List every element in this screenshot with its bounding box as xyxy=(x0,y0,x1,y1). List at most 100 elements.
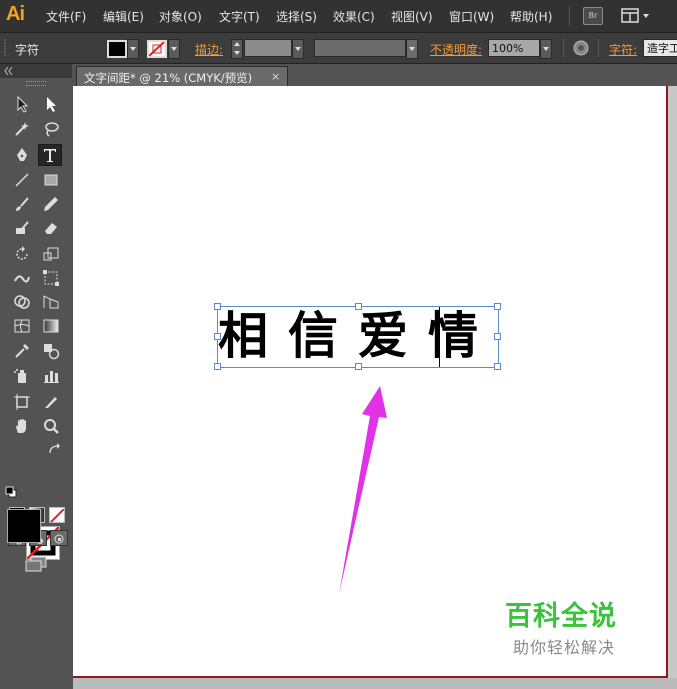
draw-inside-button[interactable] xyxy=(50,530,68,546)
menu-window[interactable]: 窗口(W) xyxy=(449,8,494,25)
shape-builder-icon xyxy=(14,295,30,309)
magic-wand-tool[interactable] xyxy=(11,119,33,139)
lasso-tool[interactable] xyxy=(40,119,62,139)
hand-tool[interactable] xyxy=(11,416,33,436)
artboard-tool[interactable] xyxy=(11,392,33,412)
menu-file[interactable]: 文件(F) xyxy=(46,8,86,25)
workspace-switcher-button[interactable] xyxy=(620,7,654,25)
lasso-icon xyxy=(45,122,59,137)
slice-tool[interactable] xyxy=(40,392,62,412)
fill-dropdown[interactable] xyxy=(127,39,139,59)
recolor-artwork-icon[interactable] xyxy=(573,40,589,56)
opacity-dropdown[interactable] xyxy=(540,39,552,59)
swap-fill-stroke-icon[interactable] xyxy=(48,443,62,455)
menu-type[interactable]: 文字(T) xyxy=(219,8,260,25)
stroke-weight-field[interactable] xyxy=(244,39,292,57)
none-mode-button[interactable] xyxy=(49,507,65,523)
rectangle-tool[interactable] xyxy=(40,170,62,190)
fill-swatch[interactable] xyxy=(7,509,41,543)
shape-builder-tool[interactable] xyxy=(11,292,33,312)
stroke-dropdown[interactable] xyxy=(168,39,180,59)
profile-dropdown[interactable] xyxy=(406,39,418,59)
direct-selection-tool[interactable] xyxy=(40,94,62,114)
paintbrush-tool[interactable] xyxy=(11,194,33,214)
free-transform-icon xyxy=(43,270,59,286)
magnifier-icon xyxy=(44,419,59,434)
direct-arrow-icon xyxy=(47,97,56,112)
rotate-tool[interactable] xyxy=(11,244,33,264)
eraser-icon xyxy=(45,223,57,234)
menu-effect[interactable]: 效果(C) xyxy=(333,8,375,25)
stroke-color-swatch[interactable] xyxy=(147,40,167,58)
character-label[interactable]: 字符: xyxy=(609,41,637,58)
watermark-subtitle: 助你轻松解决 xyxy=(513,638,616,657)
document-tab[interactable]: 文字间距* @ 21% (CMYK/预览) × xyxy=(76,66,288,87)
scale-tool[interactable] xyxy=(40,244,62,264)
perspective-grid-icon xyxy=(43,295,59,309)
variable-width-profile[interactable] xyxy=(314,39,406,57)
gradient-icon xyxy=(43,319,59,333)
default-colors-icon[interactable] xyxy=(5,486,17,498)
type-tool[interactable] xyxy=(38,144,62,166)
font-family-field[interactable]: 造字工 xyxy=(643,39,677,57)
menu-view[interactable]: 视图(V) xyxy=(391,8,433,25)
blend-tool[interactable] xyxy=(40,341,62,361)
screen-mode-icon xyxy=(25,556,47,572)
blob-brush-tool[interactable] xyxy=(11,218,33,238)
free-transform-tool[interactable] xyxy=(40,268,62,288)
line-icon xyxy=(15,173,29,187)
type-t-icon xyxy=(44,149,56,162)
panel-label: 字符 xyxy=(15,43,40,57)
screen-mode-button[interactable] xyxy=(24,556,48,572)
bar-graph-icon xyxy=(44,371,59,383)
canvas[interactable]: 相信爱情 百科全说 助你轻松解决 xyxy=(73,86,677,689)
eyedropper-tool[interactable] xyxy=(11,341,33,361)
toolbox-header[interactable] xyxy=(0,64,72,86)
opacity-field[interactable]: 100% xyxy=(488,39,540,57)
pencil-icon xyxy=(44,197,58,211)
spray-can-icon xyxy=(14,369,26,383)
blob-brush-icon xyxy=(16,221,29,234)
pencil-tool[interactable] xyxy=(40,194,62,214)
grip-icon xyxy=(4,39,6,57)
menu-help[interactable]: 帮助(H) xyxy=(510,8,552,25)
knife-icon xyxy=(45,397,57,408)
paintbrush-icon xyxy=(16,197,29,211)
menu-select[interactable]: 选择(S) xyxy=(276,8,317,25)
scale-icon xyxy=(43,247,59,261)
warp-tool[interactable] xyxy=(11,268,33,288)
selection-tool[interactable] xyxy=(11,94,33,114)
mesh-tool[interactable] xyxy=(11,316,33,336)
pen-nib-icon xyxy=(17,148,27,161)
document-tab-title: 文字间距* @ 21% (CMYK/预览) xyxy=(84,71,253,85)
no-color-icon xyxy=(149,42,165,56)
warp-icon xyxy=(14,275,30,283)
menu-separator xyxy=(569,6,570,26)
bridge-button[interactable]: Br xyxy=(583,7,603,25)
zoom-tool[interactable] xyxy=(40,416,62,436)
menu-edit[interactable]: 编辑(E) xyxy=(103,8,144,25)
hand-icon xyxy=(16,419,26,433)
rotate-icon xyxy=(16,246,28,260)
collapse-icon[interactable] xyxy=(4,67,14,75)
opacity-label[interactable]: 不透明度: xyxy=(430,41,482,58)
pen-tool[interactable] xyxy=(11,145,33,165)
stroke-label[interactable]: 描边: xyxy=(195,41,223,58)
mesh-icon xyxy=(14,319,30,333)
menu-bar: Ai 文件(F) 编辑(E) 对象(O) 文字(T) 选择(S) 效果(C) 视… xyxy=(0,0,677,33)
close-icon[interactable]: × xyxy=(271,70,280,83)
fill-color-swatch[interactable] xyxy=(107,40,127,58)
menu-object[interactable]: 对象(O) xyxy=(159,8,202,25)
control-bar: 字符 描边: 不透明度: 100% 字符: 造字工 xyxy=(0,33,677,64)
stroke-weight-dropdown[interactable] xyxy=(292,39,304,59)
eyedropper-icon xyxy=(15,344,29,358)
line-segment-tool[interactable] xyxy=(11,170,33,190)
gradient-tool[interactable] xyxy=(40,316,62,336)
magic-wand-icon xyxy=(15,122,29,136)
column-graph-tool[interactable] xyxy=(40,366,62,386)
perspective-grid-tool[interactable] xyxy=(40,292,62,312)
app-logo: Ai xyxy=(6,3,25,25)
eraser-tool[interactable] xyxy=(40,218,62,238)
stroke-weight-stepper[interactable] xyxy=(231,39,243,59)
symbol-sprayer-tool[interactable] xyxy=(11,366,33,386)
